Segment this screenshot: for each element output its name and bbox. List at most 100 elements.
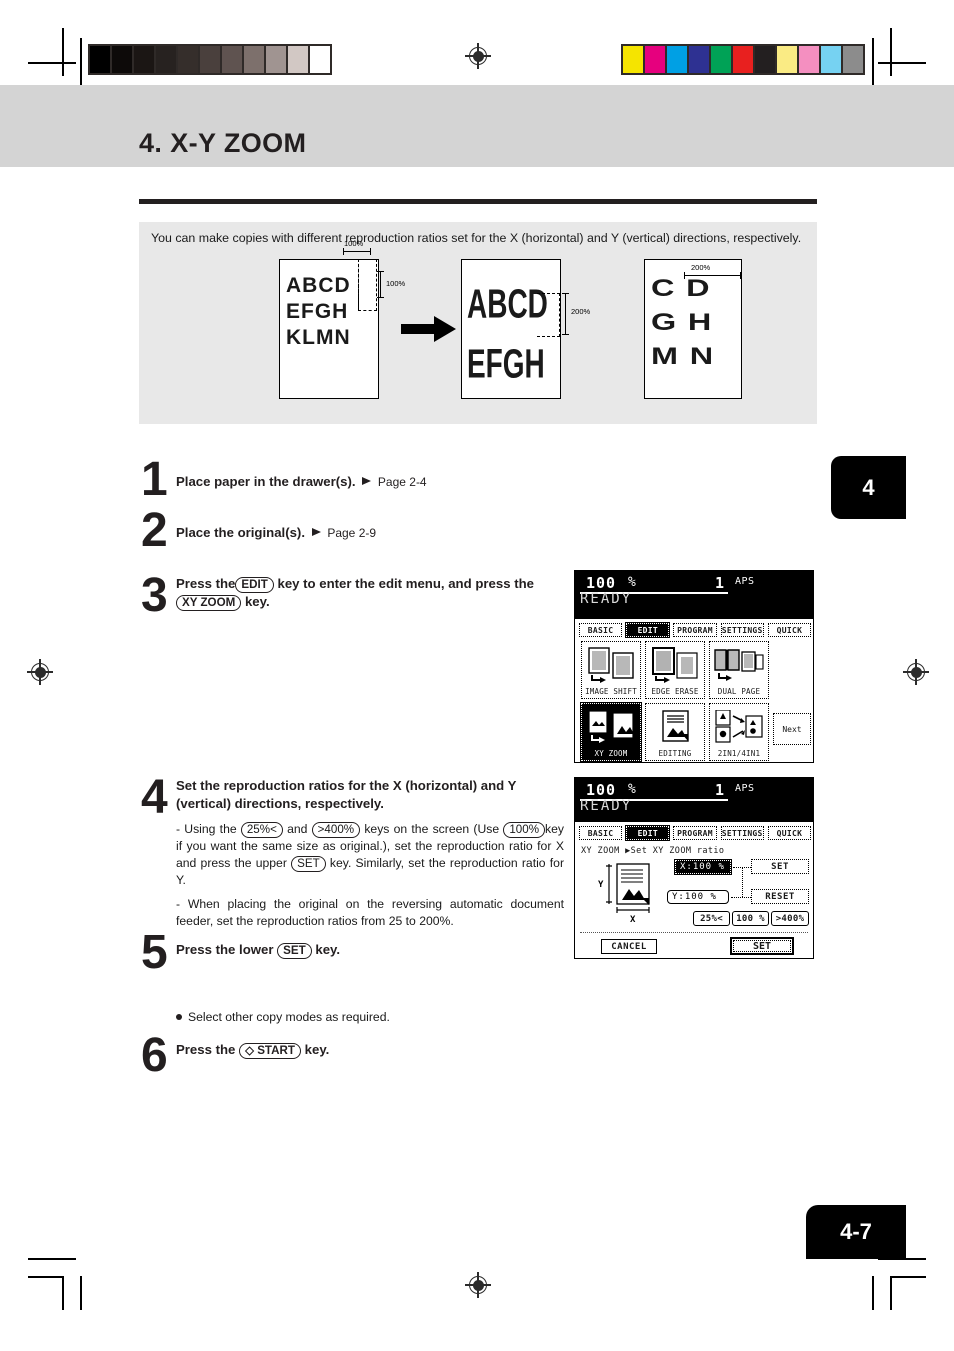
step-5-note: Select other copy modes as required.	[176, 1009, 576, 1026]
ratio-100-button[interactable]: 100 %	[732, 911, 769, 926]
key-set-lower-ref[interactable]: SET	[277, 943, 312, 959]
function-editing[interactable]: EDITING	[645, 703, 705, 761]
page-ref-arrow-icon-2	[311, 528, 321, 536]
step-5-text-b: key.	[315, 942, 341, 957]
result-dimension-box	[537, 293, 560, 337]
original-line-3: KLMN	[286, 326, 351, 349]
step-6-text-a: Press the	[176, 1042, 236, 1057]
registration-mark-bottom	[465, 1272, 491, 1298]
lcd-panel-edit-menu[interactable]: 100 % 1 APS READY BASIC EDIT PROGRAM SET…	[574, 570, 814, 763]
key-25-percent[interactable]: 25%<	[240, 822, 283, 838]
tab-program[interactable]: PROGRAM	[673, 623, 717, 637]
xy-zoom-icon	[582, 704, 640, 749]
set-lower-button[interactable]: SET	[730, 937, 794, 955]
step-number-3: 3	[141, 569, 168, 622]
step-number-1: 1	[141, 453, 168, 506]
result2-dim-x-cap-l	[684, 272, 686, 279]
reset-button[interactable]: RESET	[751, 889, 809, 904]
calibration-swatch	[777, 46, 799, 73]
tab-quick[interactable]: QUICK	[767, 623, 812, 637]
intro-panel: You can make copies with different repro…	[139, 222, 817, 424]
calibration-swatch	[310, 46, 330, 73]
original-dim-x-cap-r	[370, 248, 372, 255]
original-line-2: EFGH	[286, 300, 349, 323]
original-dimension-box-inner	[340, 259, 359, 309]
lcd2-tab-row[interactable]: BASIC EDIT PROGRAM SETTINGS QUICK	[579, 825, 812, 841]
next-button[interactable]: Next	[773, 713, 811, 745]
calibration-swatch	[288, 46, 310, 73]
calibration-swatch	[112, 46, 134, 73]
result2-label-x: 200%	[691, 263, 711, 272]
function-2in1-4in1[interactable]: 2IN1/4IN1	[709, 703, 769, 761]
result2-dim-x-cap-r	[740, 272, 742, 279]
crop-mark-br-h2	[890, 1276, 926, 1278]
step-number-6: 6	[141, 1029, 168, 1082]
function-image-shift[interactable]: IMAGE SHIFT	[581, 641, 641, 699]
y-ratio-field[interactable]: Y:100 %	[667, 890, 729, 904]
lcd1-tab-row[interactable]: BASIC EDIT PROGRAM SETTINGS QUICK	[579, 622, 812, 638]
lcd-panel-xy-zoom-ratio[interactable]: 100 % 1 APS READY BASIC EDIT PROGRAM SET…	[574, 777, 814, 959]
grayscale-calibration-bar	[88, 44, 332, 75]
calibration-swatch	[667, 46, 689, 73]
edit-key-label[interactable]: EDIT	[235, 577, 274, 593]
calibration-swatch	[821, 46, 843, 73]
step-2-page-ref[interactable]: Page 2-9	[327, 526, 376, 540]
crop-mark-bl-h2	[28, 1276, 64, 1278]
key-set-upper[interactable]: SET	[291, 855, 326, 872]
crop-mark-bl-v	[62, 1276, 64, 1310]
tab-settings[interactable]: SETTINGS	[720, 623, 764, 637]
lcd1-status-bar: 100 % 1 APS READY	[575, 571, 813, 619]
key-100-percent[interactable]: 100%	[503, 822, 546, 838]
step-4-b1-b: and	[287, 822, 308, 836]
cancel-button[interactable]: CANCEL	[601, 939, 657, 954]
result-line-1: ABCD	[467, 281, 548, 326]
set-upper-button[interactable]: SET	[751, 859, 809, 874]
step-number-4: 4	[141, 771, 168, 824]
x-ratio-field[interactable]: X:100 %	[674, 859, 732, 875]
step-5-note-text: Select other copy modes as required.	[188, 1010, 390, 1024]
start-key-label[interactable]: ◇ START	[239, 1043, 301, 1059]
step-4-heading: Set the reproduction ratios for the X (h…	[176, 778, 517, 811]
step-1-page-ref[interactable]: Page 2-4	[378, 475, 427, 489]
original-dim-y-cap-b	[377, 297, 384, 299]
ratio-down-button[interactable]: 25%<	[693, 911, 730, 926]
crop-mark-tl-h	[28, 62, 76, 64]
calibration-swatch	[843, 46, 863, 73]
crop-mark-br-v2	[872, 1276, 874, 1310]
function-edge-erase[interactable]: EDGE ERASE	[645, 641, 705, 699]
lcd1-paper-mode: APS	[735, 576, 755, 587]
calibration-swatch	[689, 46, 711, 73]
tab2-program[interactable]: PROGRAM	[673, 826, 717, 840]
step-3-text-d: key.	[244, 594, 270, 609]
tab2-settings[interactable]: SETTINGS	[720, 826, 764, 840]
step-1-text: Place paper in the drawer(s).	[176, 474, 356, 489]
step-3-text-b: key to enter the edit menu, and press	[277, 576, 511, 591]
tab2-edit[interactable]: EDIT	[625, 825, 671, 841]
function-label-dual-page: DUAL PAGE	[717, 687, 761, 696]
function-dual-page[interactable]: DUAL PAGE	[709, 641, 769, 699]
page-ref-arrow-icon	[362, 477, 372, 485]
tab2-basic[interactable]: BASIC	[579, 826, 623, 840]
xy-zoom-key-label[interactable]: XY ZOOM	[176, 595, 242, 611]
crop-mark-tl-v	[62, 28, 64, 76]
step-4-b1-a: - Using the	[176, 822, 237, 836]
crop-mark-tr-h	[878, 62, 926, 64]
tab-basic[interactable]: BASIC	[579, 623, 623, 637]
lcd2-percent-sign: %	[628, 782, 636, 797]
illustration: ABCD EFGH KLMN 100% 100% ABCD EFGH 200% …	[139, 239, 817, 422]
lcd2-ratio-value: 100	[586, 781, 617, 799]
key-400-percent[interactable]: >400%	[311, 822, 361, 838]
crop-mark-br-v	[890, 1276, 892, 1310]
lcd2-copy-count: 1	[714, 781, 724, 799]
tab2-quick[interactable]: QUICK	[767, 826, 812, 840]
function-xy-zoom[interactable]: XY ZOOM	[580, 702, 642, 762]
edge-erase-icon	[646, 642, 704, 687]
step-2-heading: Place the original(s). Page 2-9	[176, 524, 576, 542]
tab-edit[interactable]: EDIT	[625, 622, 671, 638]
result-dim-y-cap-b	[562, 334, 569, 336]
color-calibration-bar	[621, 44, 865, 75]
ratio-up-button[interactable]: >400%	[771, 911, 809, 926]
result-label-y: 200%	[571, 307, 591, 316]
original-label-x: 100%	[344, 239, 364, 248]
chapter-tab: 4	[831, 456, 906, 519]
